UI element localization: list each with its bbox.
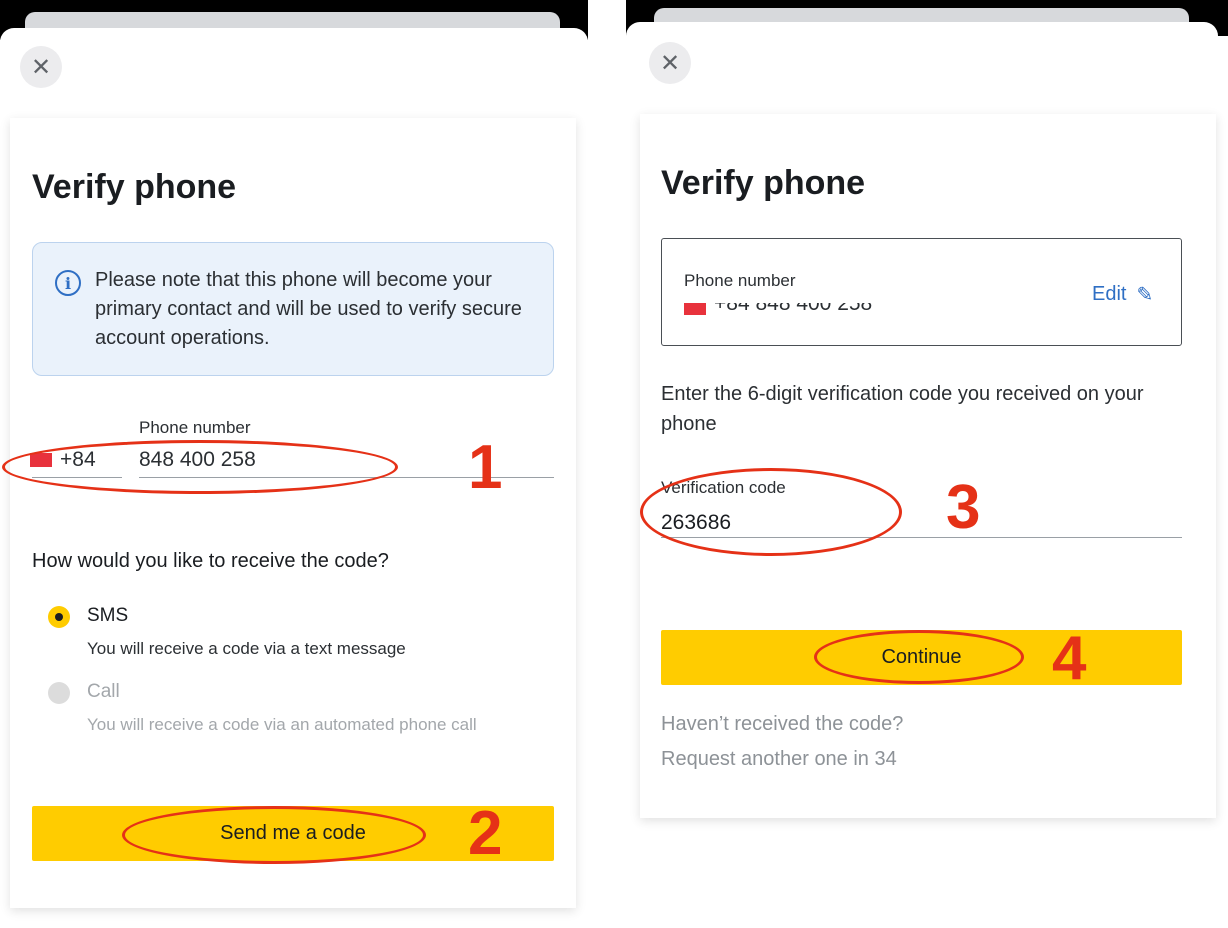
page-title: Verify phone [661, 164, 866, 202]
right-screenshot: ✕ Verify phone Phone number +84 848 400 … [626, 0, 1228, 928]
phone-number-label: Phone number [139, 418, 251, 437]
call-option-desc: You will receive a code via an automated… [87, 715, 477, 734]
phone-number-value-row: +84 848 400 258 [684, 303, 984, 315]
phone-number-label: Phone number [684, 271, 796, 290]
info-text: Please note that this phone will become … [95, 269, 522, 349]
close-icon: ✕ [30, 53, 52, 81]
sms-option-desc: You will receive a code via a text messa… [87, 639, 406, 658]
annotation-circle-3 [640, 468, 902, 556]
close-button[interactable]: ✕ [20, 46, 62, 88]
left-screenshot: ✕ Verify phone i Please note that this p… [0, 0, 588, 928]
close-icon: ✕ [659, 49, 681, 77]
annotation-number-2: 2 [468, 799, 503, 868]
pencil-icon: ✎ [1136, 284, 1154, 306]
call-option-label[interactable]: Call [87, 681, 120, 703]
phone-number-value: +84 848 400 258 [714, 303, 873, 315]
verify-phone-card: Verify phone i Please note that this pho… [10, 118, 576, 908]
annotation-number-3: 3 [946, 473, 981, 542]
info-icon: i [55, 270, 81, 296]
annotation-number-1: 1 [468, 433, 503, 502]
annotation-circle-4 [814, 630, 1024, 684]
edit-phone-link[interactable]: Edit ✎ [1092, 282, 1153, 307]
not-received-text: Haven’t received the code? [661, 713, 904, 735]
radio-dot [55, 613, 63, 621]
sms-radio[interactable] [48, 606, 70, 628]
call-radio[interactable] [48, 682, 70, 704]
annotation-circle-1 [2, 440, 398, 494]
phone-number-box: Phone number +84 848 400 258 Edit ✎ [661, 238, 1182, 346]
sms-option-label[interactable]: SMS [87, 605, 128, 627]
info-notice: i Please note that this phone will becom… [32, 242, 554, 376]
instruction-text: Enter the 6-digit verification code you … [661, 383, 1144, 435]
verify-phone-card: Verify phone Phone number +84 848 400 25… [640, 114, 1216, 818]
page-title: Verify phone [32, 168, 237, 206]
edit-label: Edit [1092, 283, 1127, 305]
annotation-circle-2 [122, 806, 426, 864]
close-button[interactable]: ✕ [649, 42, 691, 84]
annotation-number-4: 4 [1052, 624, 1087, 693]
receive-code-question: How would you like to receive the code? [32, 550, 389, 572]
vietnam-flag-icon [684, 303, 706, 315]
resend-countdown: Request another one in 34 [661, 748, 897, 770]
